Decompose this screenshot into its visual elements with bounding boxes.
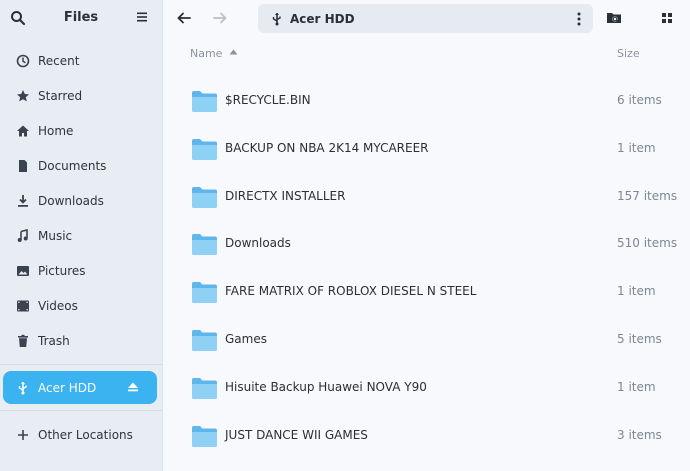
sidebar-divider (0, 410, 162, 411)
file-size: 1 item (617, 284, 656, 299)
file-list: $RECYCLE.BIN 6 items BACKUP ON NBA 2K14 … (163, 77, 690, 459)
picture-icon (17, 265, 29, 276)
sidebar-item-home[interactable]: Home (0, 113, 162, 148)
header-bar: Acer HDD (163, 0, 690, 36)
sidebar-item-label: Pictures (38, 263, 86, 278)
sidebar-item-documents[interactable]: Documents (0, 148, 162, 183)
sidebar-divider (0, 364, 162, 365)
eject-icon[interactable] (127, 381, 139, 393)
sidebar-header: Files (0, 0, 162, 36)
sidebar-item-label: Home (38, 123, 74, 138)
folder-icon (192, 377, 217, 399)
file-row[interactable]: Hisuite Backup Huawei NOVA Y90 1 item (163, 364, 690, 412)
sidebar-item-label: Acer HDD (38, 380, 97, 395)
file-size: 6 items (617, 93, 662, 107)
column-header-name[interactable]: Name (190, 47, 222, 60)
file-name: JUST DANCE WII GAMES (225, 427, 368, 442)
file-row[interactable]: BACKUP ON NBA 2K14 MYCAREER 1 item (163, 125, 690, 173)
sidebar: Files Recent Starred Home Documents Down… (0, 0, 163, 471)
file-row[interactable]: FARE MATRIX OF ROBLOX DIESEL N STEEL 1 i… (163, 268, 690, 316)
sidebar-item-label: Other Locations (38, 427, 133, 442)
sidebar-item-videos[interactable]: Videos (0, 288, 162, 323)
file-row[interactable]: JUST DANCE WII GAMES 3 items (163, 412, 690, 460)
home-icon (17, 125, 29, 136)
sidebar-item-starred[interactable]: Starred (0, 78, 162, 113)
file-name: Hisuite Backup Huawei NOVA Y90 (225, 379, 427, 394)
forward-arrow-icon[interactable] (211, 9, 229, 27)
hamburger-menu-icon[interactable] (136, 11, 148, 23)
sidebar-item-label: Recent (38, 53, 80, 68)
sidebar-item-label: Videos (38, 298, 78, 313)
sidebar-item-recent[interactable]: Recent (0, 43, 162, 78)
trash-icon (18, 334, 28, 347)
sidebar-item-acer-hdd[interactable]: Acer HDD (3, 371, 157, 404)
file-size: 1 item (617, 379, 656, 394)
sidebar-item-other-locations[interactable]: Other Locations (0, 417, 162, 452)
plus-icon (18, 429, 28, 440)
sidebar-item-music[interactable]: Music (0, 218, 162, 253)
star-icon (17, 89, 29, 101)
file-size: 1 item (617, 140, 656, 155)
file-name: $RECYCLE.BIN (225, 93, 311, 107)
folder-icon (192, 425, 217, 447)
grid-view-icon[interactable] (658, 9, 676, 27)
file-name: DIRECTX INSTALLER (225, 188, 346, 203)
file-row[interactable]: Games 5 items (163, 316, 690, 364)
file-size: 510 items (617, 236, 678, 251)
file-size: 5 items (617, 331, 662, 346)
sidebar-item-label: Documents (38, 158, 107, 173)
file-row[interactable]: $RECYCLE.BIN 6 items (163, 77, 690, 125)
more-options-icon[interactable] (577, 12, 581, 26)
clock-icon (16, 54, 30, 67)
sidebar-item-label: Trash (38, 333, 70, 348)
sort-ascending-icon[interactable] (229, 49, 238, 55)
file-name: Downloads (225, 236, 291, 251)
download-icon (18, 194, 28, 207)
folder-icon (192, 234, 217, 256)
music-icon (17, 228, 28, 242)
sidebar-item-label: Downloads (38, 193, 104, 208)
file-name: BACKUP ON NBA 2K14 MYCAREER (225, 140, 429, 155)
document-icon (19, 159, 27, 172)
back-arrow-icon[interactable] (175, 9, 193, 27)
folder-icon (192, 186, 217, 208)
file-name: FARE MATRIX OF ROBLOX DIESEL N STEEL (225, 284, 477, 299)
file-row[interactable]: DIRECTX INSTALLER 157 items (163, 173, 690, 221)
sidebar-item-downloads[interactable]: Downloads (0, 183, 162, 218)
path-bar[interactable]: Acer HDD (258, 4, 593, 33)
column-headers: Name Size (163, 36, 690, 68)
path-location: Acer HDD (290, 11, 355, 26)
folder-icon (192, 329, 217, 351)
file-name: Games (225, 331, 267, 346)
sidebar-item-label: Music (38, 228, 73, 243)
search-folder-icon[interactable] (605, 9, 623, 27)
column-header-size[interactable]: Size (617, 47, 640, 60)
sidebar-item-trash[interactable]: Trash (0, 323, 162, 358)
video-icon (17, 300, 29, 311)
file-size: 3 items (617, 427, 662, 442)
folder-icon (192, 91, 217, 112)
folder-icon (192, 282, 217, 304)
usb-icon (18, 381, 27, 394)
file-row[interactable]: Downloads 510 items (163, 220, 690, 268)
file-size: 157 items (617, 188, 678, 203)
usb-icon (272, 12, 281, 25)
sidebar-item-pictures[interactable]: Pictures (0, 253, 162, 288)
sidebar-item-label: Starred (38, 88, 83, 103)
folder-icon (192, 138, 217, 160)
sidebar-nav: Recent Starred Home Documents Downloads … (0, 43, 162, 358)
